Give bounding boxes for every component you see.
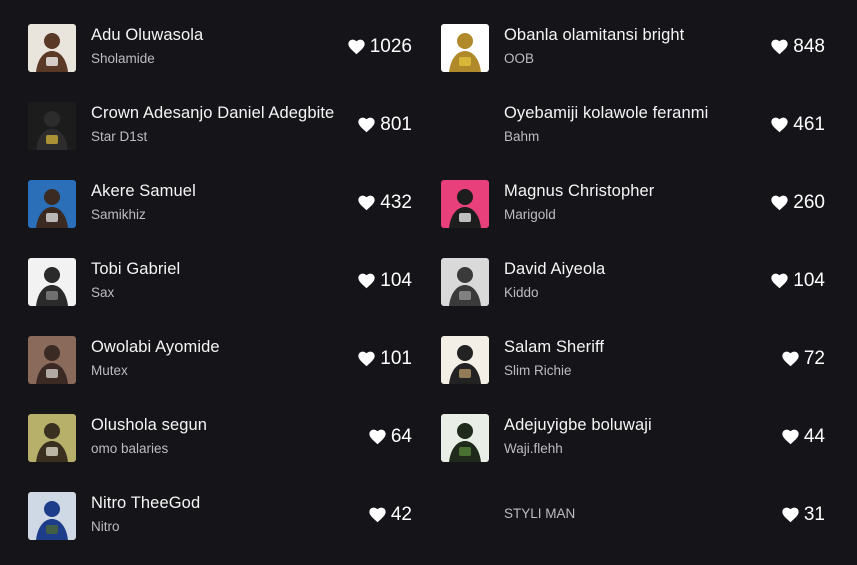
like-count-value: 101	[380, 348, 412, 369]
like-count[interactable]: 848	[771, 36, 825, 58]
avatar[interactable]	[28, 24, 76, 72]
heart-icon[interactable]	[358, 351, 375, 367]
like-count-value: 801	[380, 114, 412, 135]
heart-icon[interactable]	[771, 117, 788, 133]
avatar[interactable]	[441, 24, 489, 72]
artist-name[interactable]: David Aiyeola	[504, 260, 605, 279]
artist-row[interactable]: Salam Sheriff Slim Richie 72	[441, 312, 825, 390]
artist-list-left: Adu Oluwasola Sholamide 1026 Crown Adesanjo…	[28, 0, 412, 546]
artist-name[interactable]: Adu Oluwasola	[91, 26, 203, 45]
artist-row[interactable]: Obanla olamitansi bright OOB 848	[441, 0, 825, 78]
like-count-value: 260	[793, 192, 825, 213]
avatar[interactable]	[28, 180, 76, 228]
artist-handle: Slim Richie	[504, 363, 572, 378]
artist-handle: Marigold	[504, 207, 556, 222]
avatar[interactable]	[28, 258, 76, 306]
artist-row[interactable]: Tobi Gabriel Sax 104	[28, 234, 412, 312]
like-count[interactable]: 260	[771, 192, 825, 214]
like-count[interactable]: 1026	[348, 36, 412, 58]
artist-name[interactable]: Owolabi Ayomide	[91, 338, 220, 357]
like-count[interactable]: 42	[369, 504, 412, 526]
like-count-value: 461	[793, 114, 825, 135]
artist-handle: OOB	[504, 51, 535, 66]
artist-row[interactable]: Nitro TheeGod Nitro 42	[28, 468, 412, 546]
artist-row[interactable]: David Aiyeola Kiddo 104	[441, 234, 825, 312]
heart-icon[interactable]	[782, 429, 799, 445]
artist-row[interactable]: Owolabi Ayomide Mutex 101	[28, 312, 412, 390]
like-count[interactable]: 101	[358, 348, 412, 370]
artist-handle: Sholamide	[91, 51, 155, 66]
artist-row[interactable]: Crown Adesanjo Daniel Adegbite Star D1st 8…	[28, 78, 412, 156]
like-count[interactable]: 104	[358, 270, 412, 292]
like-count[interactable]: 72	[782, 348, 825, 370]
artist-row[interactable]: Akere Samuel Samikhiz 432	[28, 156, 412, 234]
artist-handle: Kiddo	[504, 285, 539, 300]
artist-row[interactable]: Magnus Christopher Marigold 260	[441, 156, 825, 234]
avatar[interactable]	[441, 336, 489, 384]
heart-icon[interactable]	[771, 195, 788, 211]
heart-icon[interactable]	[782, 507, 799, 523]
like-count-value: 1026	[369, 36, 412, 57]
artist-handle: Star D1st	[91, 129, 148, 144]
artist-name[interactable]: Olushola segun	[91, 416, 207, 435]
like-count[interactable]: 64	[369, 426, 412, 448]
like-count[interactable]: 104	[771, 270, 825, 292]
heart-icon[interactable]	[358, 117, 375, 133]
like-count[interactable]: 801	[358, 114, 412, 136]
artist-handle: Samikhiz	[91, 207, 146, 222]
avatar[interactable]	[441, 492, 489, 540]
like-count-value: 848	[793, 36, 825, 57]
artist-handle: omo balaries	[91, 441, 169, 456]
like-count-value: 42	[390, 504, 412, 525]
like-count-value: 31	[803, 504, 825, 525]
like-count[interactable]: 31	[782, 504, 825, 526]
heart-icon[interactable]	[782, 351, 799, 367]
artist-row[interactable]: Adejuyigbe boluwaji Waji.flehh 44	[441, 390, 825, 468]
artist-name[interactable]: Magnus Christopher	[504, 182, 654, 201]
heart-icon[interactable]	[771, 273, 788, 289]
avatar[interactable]	[441, 180, 489, 228]
artist-handle: Sax	[91, 285, 115, 300]
artist-list-right: Obanla olamitansi bright OOB 848 Oyebamiji …	[441, 0, 825, 546]
artist-name[interactable]: Akere Samuel	[91, 182, 196, 201]
like-count-value: 44	[803, 426, 825, 447]
avatar[interactable]	[28, 492, 76, 540]
artist-name[interactable]: Nitro TheeGod	[91, 494, 200, 513]
artist-name[interactable]: Obanla olamitansi bright	[504, 26, 684, 45]
artist-handle: Nitro	[91, 519, 120, 534]
artist-name[interactable]: Adejuyigbe boluwaji	[504, 416, 652, 435]
avatar[interactable]	[28, 102, 76, 150]
avatar[interactable]	[28, 414, 76, 462]
artist-row[interactable]: Oyebamiji kolawole feranmi Bahm 461	[441, 78, 825, 156]
artist-handle: STYLI MAN	[504, 506, 576, 521]
artist-row[interactable]: Adu Oluwasola Sholamide 1026	[28, 0, 412, 78]
artist-row[interactable]: STYLI MAN 31	[441, 468, 825, 546]
like-count-value: 72	[803, 348, 825, 369]
artist-name[interactable]: Crown Adesanjo Daniel Adegbite	[91, 104, 334, 123]
heart-icon[interactable]	[771, 39, 788, 55]
artist-row[interactable]: Olushola segun omo balaries 64	[28, 390, 412, 468]
like-count-value: 64	[390, 426, 412, 447]
avatar[interactable]	[441, 414, 489, 462]
heart-icon[interactable]	[348, 39, 365, 55]
avatar[interactable]	[441, 102, 489, 150]
artist-handle: Mutex	[91, 363, 128, 378]
like-count-value: 104	[380, 270, 412, 291]
heart-icon[interactable]	[369, 507, 386, 523]
artist-handle: Waji.flehh	[504, 441, 563, 456]
artist-name[interactable]: Salam Sheriff	[504, 338, 604, 357]
heart-icon[interactable]	[358, 273, 375, 289]
like-count[interactable]: 461	[771, 114, 825, 136]
heart-icon[interactable]	[358, 195, 375, 211]
avatar[interactable]	[441, 258, 489, 306]
artist-handle: Bahm	[504, 129, 540, 144]
heart-icon[interactable]	[369, 429, 386, 445]
like-count-value: 104	[793, 270, 825, 291]
avatar[interactable]	[28, 336, 76, 384]
like-count-value: 432	[380, 192, 412, 213]
like-count[interactable]: 44	[782, 426, 825, 448]
artist-name[interactable]: Oyebamiji kolawole feranmi	[504, 104, 708, 123]
artist-name[interactable]: Tobi Gabriel	[91, 260, 180, 279]
like-count[interactable]: 432	[358, 192, 412, 214]
